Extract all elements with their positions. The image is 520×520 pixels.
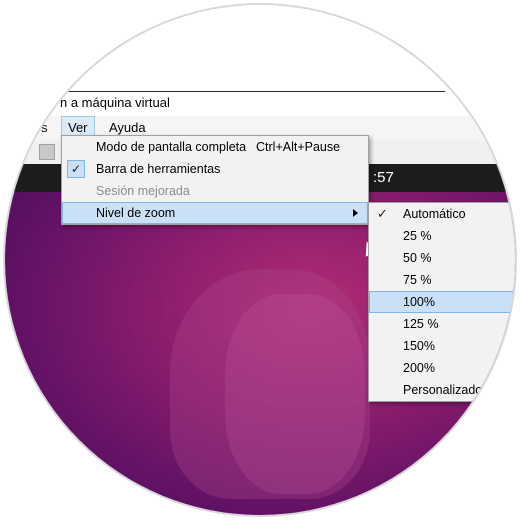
zoom-option-150[interactable]: 150% — [369, 335, 515, 357]
ver-menu: Modo de pantalla completa Ctrl+Alt+Pause… — [61, 135, 369, 225]
menu-item-label: Nivel de zoom — [96, 206, 176, 220]
menu-item-label: Personalizado — [403, 383, 483, 397]
check-icon: ✓ — [377, 206, 388, 221]
zoom-submenu: ✓ Automático 25 % 50 % 75 % 100% 125 % 1… — [368, 202, 515, 402]
menu-item-label: 25 % — [403, 229, 432, 243]
menu-item-label: 200% — [403, 361, 435, 375]
wallpaper-shape-2 — [225, 294, 365, 494]
menu-item-label: Modo de pantalla completa — [96, 140, 247, 154]
menu-item-toolbar[interactable]: ✓ Barra de herramientas — [62, 158, 368, 180]
zoom-option-25[interactable]: 25 % — [369, 225, 515, 247]
window-titlebar: n a máquina virtual — [5, 91, 445, 117]
chevron-right-icon — [353, 209, 358, 217]
window-title: n a máquina virtual — [60, 95, 170, 110]
zoom-option-custom[interactable]: Personalizado — [369, 379, 515, 401]
menu-item-label: 150% — [403, 339, 435, 353]
check-icon: ✓ — [67, 160, 85, 178]
menu-item-partial[interactable]: s — [41, 120, 48, 135]
toolbar-icon[interactable] — [39, 144, 55, 160]
menu-item-label: 125 % — [403, 317, 439, 331]
menu-item-fullscreen[interactable]: Modo de pantalla completa Ctrl+Alt+Pause — [62, 136, 368, 158]
zoom-option-125[interactable]: 125 % — [369, 313, 515, 335]
menu-item-zoom-level[interactable]: Nivel de zoom — [62, 202, 368, 224]
panel-clock: :57 — [373, 169, 394, 186]
menu-item-label: Automático — [403, 207, 466, 221]
menu-item-shortcut: Ctrl+Alt+Pause — [256, 140, 341, 154]
zoom-option-50[interactable]: 50 % — [369, 247, 515, 269]
menu-item-label: Barra de herramientas — [96, 162, 221, 176]
zoom-option-100[interactable]: 100% — [369, 291, 515, 313]
zoom-option-200[interactable]: 200% — [369, 357, 515, 379]
menu-item-label: 75 % — [403, 273, 432, 287]
menu-ayuda[interactable]: Ayuda — [109, 120, 146, 135]
menu-item-enhanced-session: Sesión mejorada — [62, 180, 368, 202]
zoom-option-75[interactable]: 75 % — [369, 269, 515, 291]
menu-item-label: 50 % — [403, 251, 432, 265]
menu-item-label: Sesión mejorada — [96, 184, 190, 198]
zoom-option-automatic[interactable]: ✓ Automático — [369, 203, 515, 225]
menu-item-label: 100% — [403, 295, 435, 309]
zoomed-screenshot-circle: n a máquina virtual s Ver Ayuda :57 Modo… — [5, 5, 515, 515]
